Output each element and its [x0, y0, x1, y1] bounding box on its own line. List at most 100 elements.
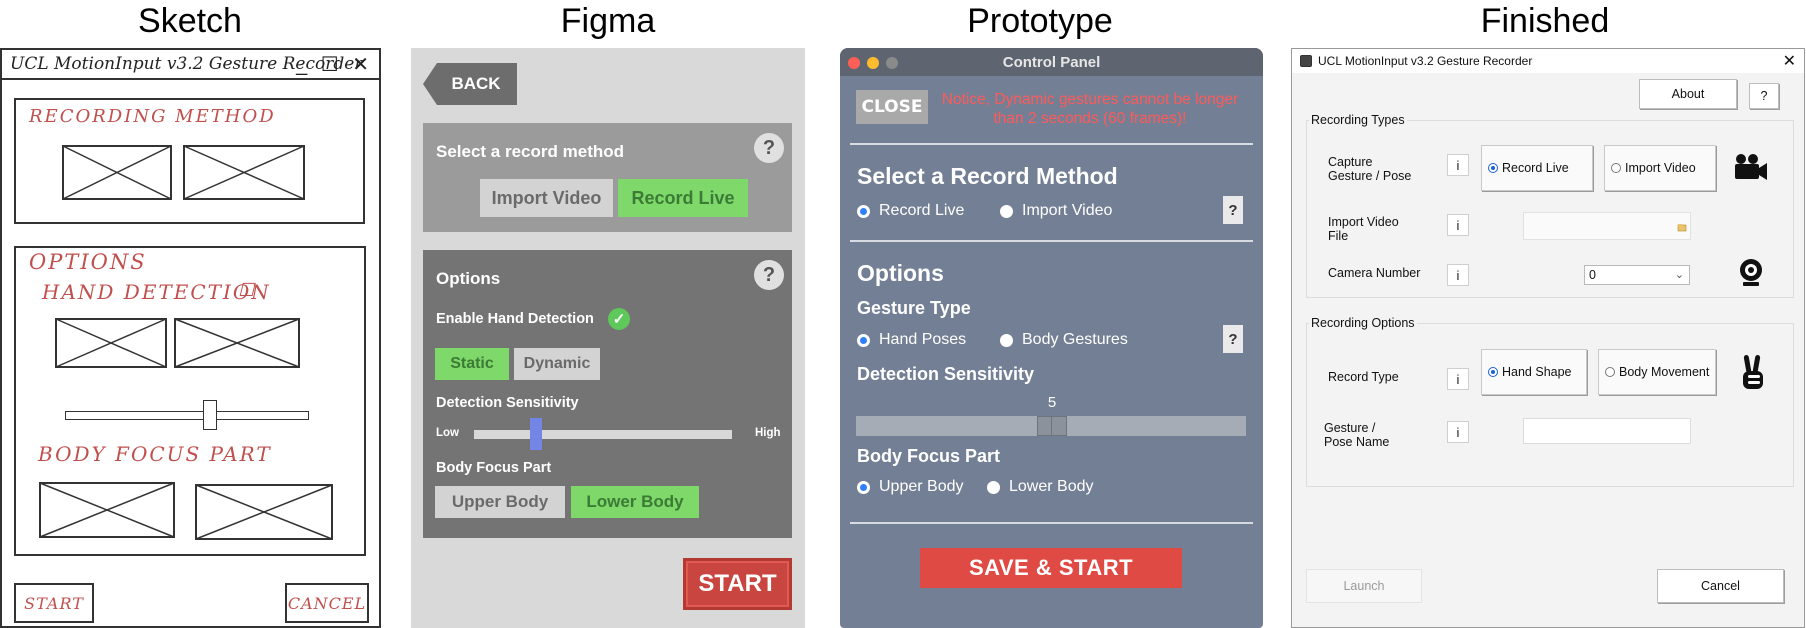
radio-unselected-icon — [1000, 204, 1013, 218]
divider — [850, 240, 1253, 242]
recording-options-group — [1306, 323, 1794, 487]
finished-window-title: UCL MotionInput v3.2 Gesture Recorder — [1318, 54, 1533, 68]
about-button[interactable]: About — [1639, 79, 1737, 109]
sketch-hand-detection-checkbox[interactable]: ☐ — [238, 280, 254, 301]
help-icon[interactable]: ? — [1223, 196, 1243, 224]
save-start-button[interactable]: SAVE & START — [920, 548, 1182, 588]
launch-button[interactable]: Launch — [1306, 569, 1422, 603]
info-icon[interactable]: i — [1447, 154, 1469, 176]
upper-body-radio[interactable]: Upper Body — [857, 478, 964, 496]
figma-record-method-label: Select a record method — [436, 142, 625, 161]
info-icon[interactable]: i — [1447, 421, 1469, 443]
minimize-window-icon[interactable] — [867, 57, 879, 69]
hand-poses-label: Hand Poses — [879, 331, 967, 348]
sketch-placeholder-button — [39, 482, 175, 538]
body-focus-part-heading: Body Focus Part — [857, 446, 1001, 466]
lower-body-label: Lower Body — [1009, 478, 1094, 495]
sensitivity-slider-track[interactable] — [474, 430, 732, 439]
radio-selected-icon — [1488, 367, 1498, 377]
video-file-path-field[interactable] — [1523, 212, 1691, 240]
figma-record-method-card: Select a record method ? Import Video Re… — [423, 123, 792, 232]
info-icon[interactable]: i — [1447, 264, 1469, 286]
heading-figma: Figma — [560, 2, 656, 40]
gesture-name-input[interactable] — [1523, 418, 1691, 444]
radio-selected-icon — [1488, 163, 1498, 173]
record-live-radio[interactable]: Record Live — [1481, 145, 1593, 191]
enable-hand-detection-label: Enable Hand Detection — [436, 311, 594, 327]
heading-finished: Finished — [1480, 2, 1610, 40]
record-live-radio[interactable]: Record Live — [857, 202, 964, 220]
sketch-cancel-button[interactable]: CANCEL — [285, 583, 369, 623]
info-icon[interactable]: i — [1447, 214, 1469, 236]
sketch-placeholder-button — [174, 318, 300, 368]
record-live-label: Record Live — [1502, 161, 1569, 175]
gesture-type-heading: Gesture Type — [857, 298, 971, 318]
gesture-pose-name-label: Gesture / Pose Name — [1324, 421, 1390, 449]
body-gestures-radio[interactable]: Body Gestures — [1000, 331, 1128, 349]
hand-shape-radio[interactable]: Hand Shape — [1481, 349, 1587, 395]
video-camera-icon — [1732, 153, 1768, 183]
radio-unselected-icon — [1605, 367, 1615, 377]
help-icon[interactable]: ? — [754, 260, 784, 290]
close-window-icon[interactable] — [848, 57, 860, 69]
camera-number-label: Camera Number — [1328, 266, 1421, 280]
import-video-label: Import Video — [1625, 161, 1696, 175]
record-live-button[interactable]: Record Live — [618, 179, 748, 217]
radio-selected-icon — [857, 333, 870, 347]
prototype-titlebar: Control Panel — [840, 48, 1263, 76]
sketch-start-button[interactable]: START — [14, 583, 94, 623]
sensitivity-slider-thumb[interactable] — [1037, 416, 1067, 436]
record-type-label: Record Type — [1328, 370, 1399, 384]
divider — [850, 143, 1253, 145]
help-button[interactable]: ? — [1749, 83, 1779, 109]
upper-body-label: Upper Body — [879, 478, 964, 495]
camera-number-select[interactable]: 0 ⌄ — [1584, 265, 1690, 285]
options-heading: Options — [857, 260, 944, 286]
finished-panel: UCL MotionInput v3.2 Gesture Recorder ✕ … — [1291, 48, 1805, 628]
finished-titlebar: UCL MotionInput v3.2 Gesture Recorder — [1292, 49, 1804, 73]
static-button[interactable]: Static — [435, 348, 509, 380]
lower-body-button[interactable]: Lower Body — [571, 486, 699, 518]
body-gestures-label: Body Gestures — [1022, 331, 1128, 348]
help-icon[interactable]: ? — [754, 133, 784, 163]
zoom-window-icon[interactable] — [886, 57, 898, 69]
close-icon[interactable]: ✕ — [1783, 51, 1796, 71]
info-icon[interactable]: i — [1447, 368, 1469, 390]
cancel-button[interactable]: Cancel — [1657, 569, 1784, 603]
import-video-radio[interactable]: Import Video — [1000, 202, 1112, 220]
upper-body-button[interactable]: Upper Body — [435, 486, 565, 518]
heading-sketch: Sketch — [138, 2, 242, 40]
check-icon[interactable]: ✓ — [608, 308, 630, 330]
hand-shape-label: Hand Shape — [1502, 365, 1572, 379]
figma-options-label: Options — [436, 269, 501, 288]
radio-selected-icon — [857, 204, 870, 218]
sketch-slider-thumb[interactable] — [203, 400, 217, 430]
sketch-titlebar-divider — [2, 78, 379, 80]
sketch-slider-track[interactable] — [65, 411, 309, 420]
webcam-icon — [1738, 258, 1764, 288]
body-movement-radio[interactable]: Body Movement — [1598, 349, 1716, 395]
hand-poses-radio[interactable]: Hand Poses — [857, 331, 966, 349]
dynamic-button[interactable]: Dynamic — [514, 348, 600, 380]
import-video-button[interactable]: Import Video — [480, 179, 613, 217]
radio-selected-icon — [857, 480, 870, 494]
body-focus-part-label: Body Focus Part — [436, 460, 552, 476]
start-button[interactable]: START — [683, 558, 792, 610]
detection-sensitivity-label: Detection Sensitivity — [436, 395, 579, 411]
radio-unselected-icon — [1611, 163, 1621, 173]
lower-body-radio[interactable]: Lower Body — [987, 478, 1094, 496]
sensitivity-slider-thumb[interactable] — [529, 418, 542, 450]
radio-unselected-icon — [987, 480, 1000, 494]
record-live-label: Record Live — [879, 202, 965, 219]
back-button[interactable]: BACK — [423, 63, 517, 105]
recording-types-label: Recording Types — [1309, 113, 1407, 127]
folder-icon[interactable] — [1677, 219, 1687, 232]
close-button[interactable]: CLOSE — [856, 90, 928, 124]
import-video-radio[interactable]: Import Video — [1604, 145, 1716, 191]
body-movement-label: Body Movement — [1619, 365, 1710, 379]
app-icon — [1300, 55, 1312, 67]
divider — [850, 522, 1253, 524]
sketch-recording-method-label: RECORDING METHOD — [29, 106, 276, 127]
help-icon[interactable]: ? — [1223, 325, 1243, 353]
select-record-method-heading: Select a Record Method — [857, 163, 1118, 189]
